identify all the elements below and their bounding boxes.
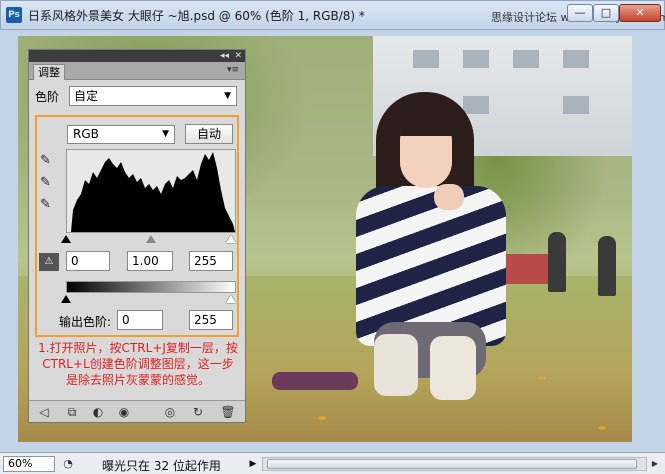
maximize-button[interactable]: □ [593, 4, 619, 22]
zoom-level-field[interactable]: 60% [3, 456, 55, 472]
fallen-leaf [538, 376, 546, 380]
panel-menu-icon[interactable]: ▾≡ [227, 65, 241, 75]
chevron-down-icon: ▼ [224, 91, 231, 101]
girl-bangs [396, 106, 458, 136]
background-person [598, 236, 616, 296]
building-window [463, 50, 489, 68]
title-bar: Ps 日系风格外景美女 大眼仔 ~旭.psd @ 60% (色阶 1, RGB/… [0, 0, 665, 30]
handbag [272, 372, 358, 390]
input-black-field[interactable]: 0 [66, 251, 110, 271]
building-window [463, 96, 489, 114]
preset-value: 自定 [74, 89, 99, 103]
levels-label: 色阶 [35, 90, 60, 104]
auto-button[interactable]: 自动 [185, 124, 233, 144]
panel-footer-toolbar: ◁ ⧉ ◐ ◉ ◎ ↻ 🗑 [29, 400, 245, 422]
white-point-eyedropper-icon[interactable]: ✎ [40, 197, 56, 213]
levels-controls-highlight: RGB ▼ 自动 ✎ ✎ ✎ ⚠ 0 1.00 255 输出色阶: 0 255 [35, 115, 239, 337]
tab-adjustments[interactable]: 调整 [33, 64, 65, 80]
collapse-panel-icon[interactable]: ◂◂ [220, 50, 229, 62]
input-gamma-handle[interactable] [146, 235, 156, 243]
histogram-shape [71, 152, 235, 232]
building-window [413, 50, 439, 68]
output-levels-slider[interactable] [61, 295, 236, 303]
output-black-field[interactable]: 0 [117, 310, 163, 330]
view-previous-icon[interactable]: ◎ [161, 404, 179, 420]
close-panel-icon[interactable]: ✕ [234, 50, 242, 62]
output-white-handle[interactable] [226, 295, 236, 303]
histogram [66, 149, 236, 233]
girl-boot-right [430, 336, 476, 400]
histogram-graph [71, 152, 235, 232]
minimize-button[interactable]: — [567, 4, 593, 22]
scroll-right-arrow-icon[interactable]: ▶ [648, 457, 662, 471]
gray-point-eyedropper-icon[interactable]: ✎ [40, 175, 56, 191]
fallen-leaf [318, 416, 326, 420]
reset-icon[interactable]: ↻ [189, 404, 207, 420]
visibility-eye-icon[interactable]: ◉ [115, 404, 133, 420]
return-arrow-icon[interactable]: ◁ [35, 404, 53, 420]
tutorial-note: 1.打开照片，按CTRL+J复制一层，按CTRL+L创建色阶调整图层，这一步是除… [38, 341, 238, 387]
status-menu-arrow-icon[interactable]: ▶ [246, 456, 260, 472]
building-window [563, 50, 589, 68]
expand-view-icon[interactable]: ⧉ [63, 404, 81, 420]
clip-to-layer-icon[interactable]: ◐ [89, 404, 107, 420]
close-button[interactable]: ✕ [619, 4, 661, 22]
status-message: 曝光只在 32 位起作用 [102, 459, 221, 473]
output-black-handle[interactable] [61, 295, 71, 303]
girl-boot-left [374, 334, 418, 396]
output-levels-label: 输出色阶: [59, 315, 112, 329]
clipping-warning-icon[interactable]: ⚠ [39, 253, 59, 271]
black-point-eyedropper-icon[interactable]: ✎ [40, 153, 56, 169]
girl-hand [434, 184, 464, 210]
channel-value: RGB [73, 127, 99, 141]
output-white-field[interactable]: 255 [189, 310, 233, 330]
preset-dropdown[interactable]: 自定 ▼ [69, 86, 237, 106]
background-person [548, 232, 566, 292]
building-window [513, 50, 539, 68]
status-bar: 60% ◔ 曝光只在 32 位起作用 ▶ ▶ [0, 452, 665, 474]
channel-dropdown[interactable]: RGB ▼ [67, 125, 175, 144]
horizontal-scrollbar[interactable] [262, 457, 647, 471]
building-window [563, 96, 589, 114]
photoshop-app-icon: Ps [6, 7, 22, 23]
output-gradient-bar [66, 281, 236, 293]
trash-icon[interactable]: 🗑 [219, 404, 237, 420]
panel-header: ◂◂ ✕ [29, 50, 245, 62]
input-levels-slider[interactable] [61, 235, 236, 243]
input-white-handle[interactable] [226, 235, 236, 243]
document-title: 日系风格外景美女 大眼仔 ~旭.psd @ 60% (色阶 1, RGB/8) … [28, 9, 365, 23]
status-info-icon[interactable]: ◔ [60, 456, 76, 472]
scrollbar-thumb[interactable] [267, 459, 637, 469]
input-gamma-field[interactable]: 1.00 [127, 251, 173, 271]
adjustments-panel: ◂◂ ✕ 调整 ▾≡ 色阶 自定 ▼ RGB ▼ 自动 ✎ ✎ ✎ ⚠ 0 1.… [28, 49, 246, 423]
input-white-field[interactable]: 255 [189, 251, 233, 271]
chevron-down-icon: ▼ [162, 129, 169, 139]
fallen-leaf [598, 426, 606, 430]
input-black-handle[interactable] [61, 235, 71, 243]
panel-tab-bar: 调整 ▾≡ [29, 62, 245, 80]
